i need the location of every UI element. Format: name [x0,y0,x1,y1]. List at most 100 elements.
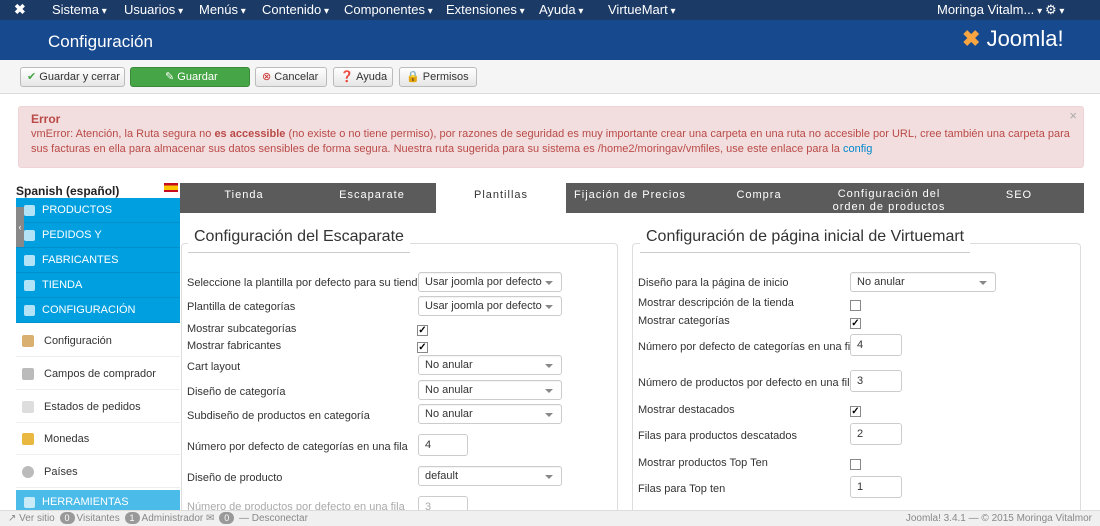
categories-per-row-label: Número por defecto de categorías en una … [187,441,408,453]
view-site-link[interactable]: Ver sitio [19,513,55,524]
close-icon[interactable]: × [1069,108,1077,123]
globe-icon [22,466,34,478]
product-sublayout-label: Subdiseño de productos en categoría [187,410,370,422]
show-featured-checkbox[interactable]: ✓ [850,406,861,417]
category-template-select[interactable]: Usar joomla por defecto [418,296,562,316]
sidebar-link-estados[interactable]: Estados de pedidos [16,391,180,423]
menu-ayuda[interactable]: Ayuda [539,2,583,17]
show-categories-label: Mostrar categorías [638,315,730,327]
tab-orden-productos[interactable]: Configuración del orden de productos [824,183,954,213]
fp-categories-per-row-label: Número por defecto de categorías en una … [638,341,859,353]
permissions-button[interactable]: 🔒 Permisos [399,67,477,87]
sidebar-item-herramientas[interactable]: HERRAMIENTAS [16,490,180,510]
category-template-label: Plantilla de categorías [187,301,296,313]
visitors-badge: 0 [59,512,75,524]
menu-contenido[interactable]: Contenido [262,2,329,17]
sidebar-item-fabricantes[interactable]: FABRICANTES [16,248,180,273]
categories-per-row-input[interactable]: 4 [418,434,468,456]
cart-layout-select[interactable]: No anular [418,355,562,375]
sidebar-link-paises[interactable]: Países [16,456,180,488]
language-label: Spanish (español) [16,184,120,198]
error-message: vmError: Atención, la Ruta segura no es … [31,128,1070,155]
visitors-label: Visitantes [76,513,120,524]
menu-menus[interactable]: Menús [199,2,246,17]
user-menu[interactable]: Moringa Vitalm... [937,2,1042,17]
external-link-icon: ↗ [8,513,17,524]
tab-fijacion-precios[interactable]: Fijación de Precios [566,183,694,213]
category-layout-select[interactable]: No anular [418,380,562,400]
show-store-desc-checkbox[interactable] [850,300,861,311]
document-icon [22,401,34,413]
frontpage-layout-label: Diseño para la página de inicio [638,277,789,289]
tab-tienda[interactable]: Tienda [180,183,308,213]
tools-icon [22,335,34,347]
menu-extensiones[interactable]: Extensiones [446,2,525,17]
config-icon [24,305,35,316]
menu-sistema[interactable]: Sistema [52,2,107,17]
show-manufacturers-label: Mostrar fabricantes [187,340,282,352]
save-close-button[interactable]: ✔ Guardar y cerrar [20,67,125,87]
error-alert: Error vmError: Atención, la Ruta segura … [18,106,1084,168]
sidebar-item-configuracion[interactable]: CONFIGURACIÓN [16,298,180,323]
show-categories-checkbox[interactable]: ✓ [850,318,861,329]
storefront-legend: Configuración del Escaparate [188,228,410,253]
show-subcategories-checkbox[interactable]: ✓ [417,325,428,336]
tab-plantillas[interactable]: Plantillas [436,183,566,214]
sidebar-item-tienda[interactable]: TIENDA [16,273,180,298]
product-sublayout-select[interactable]: No anular [418,404,562,424]
gear-icon [24,497,35,508]
featured-rows-input[interactable]: 2 [850,423,902,445]
sidebar-item-productos[interactable]: PRODUCTOS [16,198,180,223]
show-store-desc-label: Mostrar descripción de la tienda [638,297,794,309]
messages-badge: 0 [219,512,235,524]
cancel-button[interactable]: ⊗ Cancelar [255,67,327,87]
check-icon: ✔ [27,71,40,83]
help-icon: ❓ [340,71,357,83]
sidebar-link-campos[interactable]: Campos de comprador [16,358,180,390]
status-footer: ↗ Ver sitio 0 Visitantes 1 Administrador ✉… [0,510,1100,526]
frontpage-legend: Configuración de página inicial de Virtu… [640,228,971,253]
footer-left: ↗ Ver sitio 0 Visitantes 1 Administrador ✉… [8,511,308,526]
fields-icon [22,368,34,380]
toolbar: ✔ Guardar y cerrar ✎ Guardar ⊗ Cancelar … [0,60,1100,94]
topten-rows-input[interactable]: 1 [850,476,902,498]
tab-compra[interactable]: Compra [694,183,824,213]
frontpage-layout-select[interactable]: No anular [850,272,996,292]
category-layout-label: Diseño de categoría [187,386,286,398]
logout-link[interactable]: Desconectar [252,513,308,524]
coins-icon [22,433,34,445]
save-button[interactable]: ✎ Guardar [130,67,250,87]
sidebar-link-monedas[interactable]: Monedas [16,423,180,455]
products-icon [24,205,35,216]
mail-icon: ✉ [206,513,215,524]
collapse-sidebar-button[interactable]: ‹ [16,207,24,247]
top-menu-bar: ✖ Sistema Usuarios Menús Contenido Compo… [0,0,1100,20]
config-tabs: Tienda Escaparate Plantillas Fijación de… [180,183,1084,214]
show-manufacturers-checkbox[interactable]: ✓ [417,342,428,353]
product-layout-select[interactable]: default [418,466,562,486]
page-header: Configuración ✖ Joomla! [0,20,1100,60]
fp-categories-per-row-input[interactable]: 4 [850,334,902,356]
tab-escaparate[interactable]: Escaparate [308,183,436,213]
gear-icon[interactable]: ⚙ [1045,2,1064,18]
error-title: Error [31,112,61,126]
fp-products-per-row-label: Número de productos por defecto en una f… [638,377,856,389]
sidebar: Spanish (español) PRODUCTOS PEDIDOS Y FA… [0,180,180,510]
cart-layout-label: Cart layout [187,361,241,373]
menu-usuarios[interactable]: Usuarios [124,2,183,17]
config-link[interactable]: config [843,143,872,155]
sidebar-item-pedidos[interactable]: PEDIDOS Y [16,223,180,248]
help-button[interactable]: ❓ Ayuda [333,67,393,87]
joomla-icon[interactable]: ✖ [14,1,26,18]
sidebar-link-configuracion[interactable]: Configuración [16,325,180,357]
lock-icon: 🔒 [406,71,423,83]
orders-icon [24,230,35,241]
menu-componentes[interactable]: Componentes [344,2,433,17]
show-subcategories-label: Mostrar subcategorías [187,323,297,335]
fp-products-per-row-input[interactable]: 3 [850,370,902,392]
show-topten-checkbox[interactable] [850,459,861,470]
menu-virtuemart[interactable]: VirtueMart [608,2,676,17]
default-template-select[interactable]: Usar joomla por defecto [418,272,562,292]
product-layout-label: Diseño de producto [187,472,283,484]
tab-seo[interactable]: SEO [954,183,1084,213]
